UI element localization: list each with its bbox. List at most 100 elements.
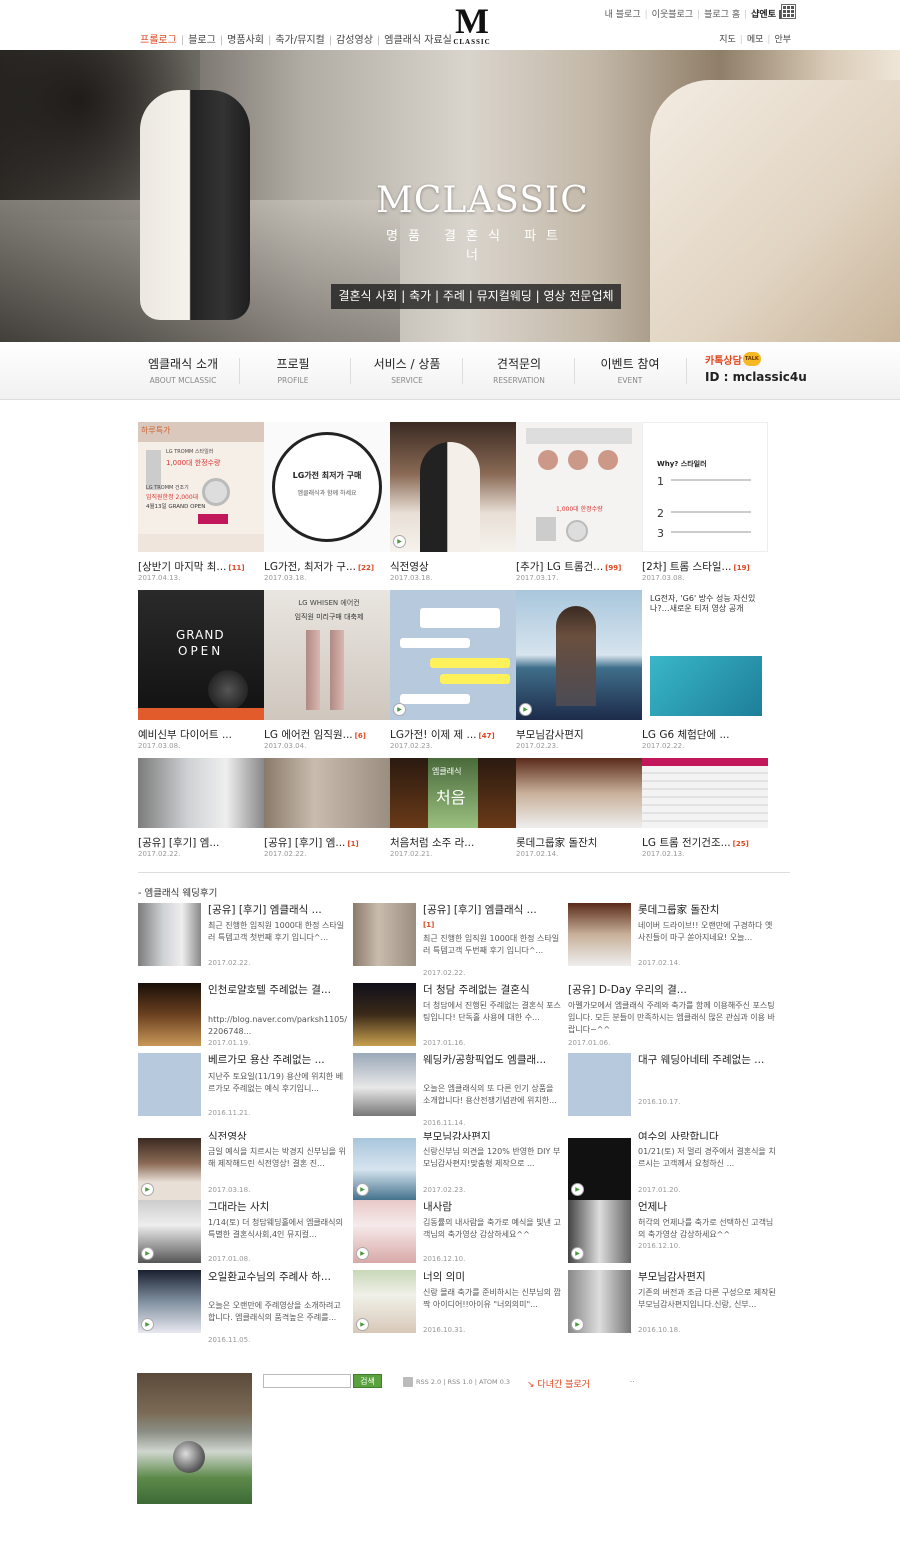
post-image: ▶	[353, 1138, 416, 1201]
play-icon[interactable]: ▶	[141, 1247, 154, 1260]
thumb-title[interactable]: [2차] 트롬 스타일...	[642, 561, 732, 573]
post-title[interactable]: 언제나	[638, 1200, 778, 1214]
post-item[interactable]: 롯데그룹家 돌잔치 네이버 드라이브!! 오랜만에 구경하다 옛 사진들이 마구…	[568, 903, 778, 975]
post-title[interactable]: 인천로얄호텔 주례없는 결...	[208, 983, 348, 997]
gnb-profile[interactable]: 프로필 PROFILE	[237, 355, 349, 385]
visited-bloggers[interactable]: ↘ 다녀간 블로거	[527, 1377, 590, 1390]
nav-song[interactable]: 축가/뮤지컬	[275, 31, 324, 46]
thumb-image	[642, 758, 768, 828]
my-blog-link[interactable]: 내 블로그	[605, 10, 641, 20]
post-date: 2016.11.14.	[423, 1119, 466, 1127]
play-icon[interactable]: ▶	[519, 703, 532, 716]
util-links-2: 지도 | 메모 | 안부	[719, 35, 791, 45]
memo-link[interactable]: 메모	[747, 35, 764, 45]
post-item[interactable]: ▶ 내사람 김동률의 내사람을 축가로 예식을 빛낸 고객님의 축가영상 감상하…	[353, 1200, 563, 1266]
post-title[interactable]: 대구 웨딩아네테 주례없는 ...	[638, 1053, 778, 1067]
thumb-title[interactable]: [공유] [후기] 엠...	[264, 837, 345, 849]
gnb-reservation[interactable]: 견적문의 RESERVATION	[463, 355, 575, 385]
thumb-title[interactable]: [상반기 마지막 최...	[138, 561, 226, 573]
play-icon[interactable]: ▶	[571, 1183, 584, 1196]
thumb-title[interactable]: [추가] LG 트롬건...	[516, 561, 603, 573]
thumb-title[interactable]: 롯데그룹家 돌잔치	[516, 837, 597, 849]
post-title[interactable]: 너의 의미	[423, 1270, 563, 1284]
post-item[interactable]: [공유] D-Day 우리의 결... 아펠가모에서 엠클래식 주례와 축가를 …	[568, 983, 778, 1047]
post-title[interactable]: 부모님감사편지	[423, 1130, 563, 1140]
neighbor-blog-link[interactable]: 이웃블로그	[652, 10, 693, 20]
post-item[interactable]: 베르가모 용산 주례없는 ... 지난주 토요일(11/19) 용산에 위치한 …	[138, 1053, 348, 1125]
thumb-title[interactable]: LG가전, 최저가 구...	[264, 561, 356, 573]
thumb-title[interactable]: 식전영상	[390, 561, 429, 573]
post-date: 2016.12.10.	[423, 1255, 466, 1263]
play-icon[interactable]: ▶	[356, 1183, 369, 1196]
app-grid-icon[interactable]	[781, 4, 796, 19]
post-title[interactable]: 롯데그룹家 돌잔치	[638, 903, 778, 917]
play-icon[interactable]: ▶	[571, 1318, 584, 1331]
post-title[interactable]: [공유] D-Day 우리의 결...	[568, 983, 778, 997]
post-date: 2017.01.16.	[423, 1039, 466, 1047]
post-item[interactable]: ▶ 그대라는 사치 1/14(토) 더 청담웨딩홀에서 엠클래식의 특별한 결혼…	[138, 1200, 348, 1266]
atom-link[interactable]: ATOM 0.3	[479, 1378, 510, 1386]
post-item[interactable]: [공유] [후기] 엠클래식 ... 최근 진행한 임직원 1000대 한정 스…	[138, 903, 348, 975]
thumb-title[interactable]: 부모님감사편지	[516, 729, 584, 741]
post-title[interactable]: 웨딩카/공항픽업도 엠클래...	[423, 1053, 563, 1067]
post-item[interactable]: ▶ 여수의 사랑합니다 01/21(토) 저 멀리 경주에서 결혼식을 치르시는…	[568, 1131, 778, 1201]
thumb-title[interactable]: 예비신부 다이어트 ...	[138, 729, 232, 741]
post-item[interactable]: 대구 웨딩아네테 주례없는 ... 2016.10.17.	[568, 1053, 778, 1125]
post-item[interactable]: ▶ 부모님감사편지 신랑신부님 의견을 120% 반영한 DIY 부모님감사편지…	[353, 1131, 563, 1201]
nav-archive[interactable]: 엠클래식 자료실	[384, 31, 452, 46]
play-icon[interactable]: ▶	[356, 1247, 369, 1260]
post-title[interactable]: 내사람	[423, 1200, 563, 1214]
search-input[interactable]	[263, 1374, 351, 1388]
post-item[interactable]: ▶ 언제나 허각의 언제나를 축가로 선택하신 고객님의 축가영상 감상하세요^…	[568, 1200, 778, 1266]
thumb-title[interactable]: LG 트롬 전기건조...	[642, 837, 731, 849]
gnb-event[interactable]: 이벤트 참여 EVENT	[574, 355, 686, 385]
play-icon[interactable]: ▶	[393, 535, 406, 548]
guestbook-link[interactable]: 안부	[774, 35, 791, 45]
post-item[interactable]: ▶ 부모님감사편지 기존의 버전과 조금 다른 구성으로 제작된 부모님감사편지…	[568, 1270, 778, 1336]
post-title[interactable]: 더 청담 주례없는 결혼식	[423, 983, 563, 997]
post-date: 2017.01.20.	[638, 1186, 681, 1194]
post-image: ▶	[568, 1270, 631, 1333]
post-item[interactable]: 인천로얄호텔 주례없는 결... http://blog.naver.com/p…	[138, 983, 348, 1047]
thumb-title[interactable]: LG G6 체험단에 ...	[642, 729, 729, 741]
post-title[interactable]: 부모님감사편지	[638, 1270, 778, 1284]
gnb-about[interactable]: 엠클래식 소개 ABOUT MCLASSIC	[127, 355, 239, 385]
post-item[interactable]: ▶ 식전영상 금일 예식을 치르시는 박경지 신부님을 위해 제작해드린 식전영…	[138, 1131, 348, 1201]
thumb-title[interactable]: [공유] [후기] 엠...	[138, 837, 219, 849]
post-title[interactable]: [공유] [후기] 엠클래식 ...	[208, 903, 348, 917]
play-icon[interactable]: ▶	[571, 1247, 584, 1260]
search-button[interactable]: 검색	[353, 1374, 382, 1388]
site-logo[interactable]: M CLASSIC	[449, 3, 495, 46]
thumb-title[interactable]: LG 에어컨 임직원...	[264, 729, 353, 741]
post-item[interactable]: 웨딩카/공항픽업도 엠클래... 오늘은 엠클래식의 또 다른 인기 상품을 소…	[353, 1053, 563, 1127]
nav-prologue[interactable]: 프롤로그	[140, 31, 177, 46]
post-title[interactable]: 식전영상	[208, 1130, 348, 1140]
talk-id: ID : mclassic4u	[705, 370, 807, 384]
play-icon[interactable]: ▶	[141, 1183, 154, 1196]
rss1-link[interactable]: RSS 1.0	[448, 1378, 473, 1386]
nav-video[interactable]: 감성영상	[336, 31, 373, 46]
gnb-service[interactable]: 서비스 / 상품 SERVICE	[351, 355, 463, 385]
map-link[interactable]: 지도	[719, 35, 736, 45]
rss2-link[interactable]: RSS 2.0	[416, 1378, 441, 1386]
thumb-title[interactable]: 처음처럼 소주 라...	[390, 837, 474, 849]
post-title[interactable]: 그대라는 사치	[208, 1200, 348, 1214]
kakao-talk-consult[interactable]: 카톡상담 TALK ID : mclassic4u	[705, 352, 807, 384]
post-title[interactable]: 베르가모 용산 주례없는 ...	[208, 1053, 348, 1067]
post-item[interactable]: [공유] [후기] 엠클래식 ... [1] 최근 진행한 임직원 1000대 한…	[353, 903, 563, 977]
post-item[interactable]: ▶ 너의 의미 신랑 몰래 축가를 준비하시는 신부님의 깜짝 아이디어!!아이…	[353, 1270, 563, 1336]
post-title[interactable]: [공유] [후기] 엠클래식 ... [1]	[423, 903, 563, 932]
post-title[interactable]: 오일환교수님의 주례사 하...	[208, 1270, 348, 1284]
play-icon[interactable]: ▶	[393, 703, 406, 716]
thumb-title[interactable]: LG가전! 이제 제 ...	[390, 729, 477, 741]
post-item[interactable]: ▶ 오일환교수님의 주례사 하... 오늘은 오랜만에 주례영상을 소개하려고 …	[138, 1270, 348, 1344]
nav-blog[interactable]: 블로그	[188, 31, 216, 46]
play-icon[interactable]: ▶	[356, 1318, 369, 1331]
nav-mc[interactable]: 명품사회	[227, 31, 264, 46]
post-item[interactable]: 더 청담 주례없는 결혼식 더 청담에서 진행된 주례없는 결혼식 포스팅입니다…	[353, 983, 563, 1047]
blog-home-link[interactable]: 블로그 홈	[704, 10, 740, 20]
post-date: 2017.02.22.	[423, 969, 466, 977]
user-menu[interactable]: 샵엔토	[751, 10, 776, 20]
post-title[interactable]: 여수의 사랑합니다	[638, 1130, 778, 1140]
play-icon[interactable]: ▶	[141, 1318, 154, 1331]
